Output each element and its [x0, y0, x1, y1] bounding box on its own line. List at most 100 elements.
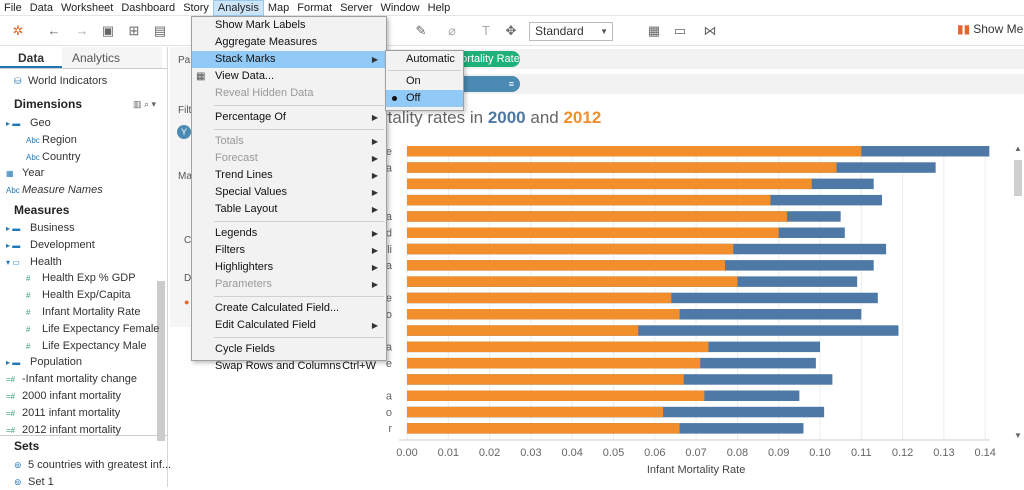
- menu-item-filters[interactable]: Filters ▶: [192, 242, 386, 259]
- data-pane-scrollbar[interactable]: [156, 277, 166, 477]
- menu-item-table-layout[interactable]: Table Layout ▶: [192, 201, 386, 218]
- menu-item-view-data[interactable]: ▦ View Data...: [192, 68, 386, 85]
- measure-item[interactable]: ▸ ▬ Development: [6, 237, 95, 253]
- dimension-item[interactable]: Abc Country: [26, 149, 81, 165]
- measure-item[interactable]: # Life Expectancy Female: [26, 321, 159, 337]
- string-field-icon: Abc: [26, 135, 40, 145]
- scrollbar-thumb[interactable]: [1014, 160, 1022, 196]
- bar-2012[interactable]: [407, 227, 779, 239]
- show-me-button[interactable]: ▮▮ Show Me: [957, 22, 1023, 36]
- menu-format[interactable]: Format: [293, 0, 336, 16]
- undo-icon[interactable]: ←: [46, 23, 62, 39]
- measure-item[interactable]: # Health Exp % GDP: [26, 270, 136, 286]
- menu-item-show-mark-labels[interactable]: Show Mark Labels: [192, 17, 386, 34]
- save-icon[interactable]: ▣: [100, 23, 116, 39]
- scroll-up-icon[interactable]: ▲: [1014, 144, 1022, 153]
- new-worksheet-icon[interactable]: ▤: [152, 23, 168, 39]
- menu-dashboard[interactable]: Dashboard: [117, 0, 179, 16]
- measure-item[interactable]: # Life Expectancy Male: [26, 338, 147, 354]
- stack-option-off[interactable]: Off: [386, 90, 463, 107]
- menu-item-special-values[interactable]: Special Values ▶: [192, 184, 386, 201]
- menu-item-label: Forecast: [215, 152, 258, 164]
- menu-item-label: Edit Calculated Field: [215, 319, 316, 331]
- measure-item[interactable]: ▸ ▬ Population: [6, 354, 82, 370]
- scrollbar-thumb[interactable]: [157, 281, 165, 441]
- chart-icon[interactable]: ▦: [646, 23, 662, 39]
- bar-2012[interactable]: [407, 162, 837, 173]
- measure-item[interactable]: =# 2000 infant mortality: [6, 388, 121, 404]
- filter-pill[interactable]: Y: [177, 125, 191, 139]
- menu-item-highlighters[interactable]: Highlighters ▶: [192, 259, 386, 276]
- measure-item[interactable]: =# 2012 infant mortality: [6, 422, 121, 438]
- menu-item-edit-calculated-field[interactable]: Edit Calculated Field ▶: [192, 317, 386, 334]
- menu-item-aggregate-measures[interactable]: Aggregate Measures: [192, 34, 386, 51]
- bar-2012[interactable]: [407, 276, 738, 287]
- share-icon[interactable]: ⋈: [702, 23, 718, 39]
- group-icon[interactable]: ⌀: [444, 23, 460, 39]
- bar-2012[interactable]: [407, 243, 734, 255]
- datasource-item[interactable]: ⛁ World Indicators: [14, 73, 107, 89]
- stack-option-on[interactable]: On: [386, 73, 463, 90]
- chart-scrollbar[interactable]: ▲ ▼: [1012, 144, 1024, 440]
- menu-item-label: Legends: [215, 227, 258, 239]
- redo-icon[interactable]: →: [74, 23, 90, 39]
- menu-help[interactable]: Help: [424, 0, 455, 16]
- menu-item-cycle-fields[interactable]: Cycle Fields: [192, 341, 386, 358]
- dimension-item[interactable]: Abc Region: [26, 132, 77, 148]
- measure-item[interactable]: =# 2011 infant mortality: [6, 405, 120, 421]
- bar-2012[interactable]: [407, 146, 862, 157]
- measure-item[interactable]: # Infant Mortality Rate: [26, 304, 140, 320]
- bar-2012[interactable]: [407, 292, 672, 304]
- bar-2012[interactable]: [407, 211, 787, 222]
- x-tick-label: 0.14: [974, 447, 995, 459]
- menu-data[interactable]: Data: [26, 0, 57, 16]
- measure-item[interactable]: =# -Infant mortality change: [6, 371, 137, 387]
- y-tick-label: o: [386, 407, 392, 419]
- scroll-down-icon[interactable]: ▼: [1014, 431, 1022, 440]
- bar-2012[interactable]: [407, 260, 726, 271]
- label-icon[interactable]: T: [478, 23, 494, 39]
- measure-item[interactable]: ▸ ▬ Business: [6, 220, 75, 236]
- stack-option-label: Off: [406, 92, 421, 104]
- stack-option-automatic[interactable]: Automatic: [386, 51, 463, 68]
- set-item[interactable]: ⊚ 5 countries with greatest inf...: [14, 457, 171, 473]
- new-datasource-icon[interactable]: ⊞: [126, 23, 142, 39]
- bar-2012[interactable]: [407, 341, 709, 353]
- menu-map[interactable]: Map: [264, 0, 293, 16]
- menu-item-percentage-of[interactable]: Percentage Of ▶: [192, 109, 386, 126]
- tab-analytics[interactable]: Analytics: [62, 47, 162, 68]
- highlight-icon[interactable]: ✎: [413, 23, 429, 39]
- menu-item-swap-rows-and-columns[interactable]: Swap Rows and Columns Ctrl+W: [192, 358, 386, 375]
- bar-2012[interactable]: [407, 178, 812, 190]
- dimension-item[interactable]: ▸ ▬ Geo: [6, 115, 51, 131]
- fix-axes-icon[interactable]: ✥: [503, 23, 519, 39]
- menu-window[interactable]: Window: [377, 0, 424, 16]
- bar-2012[interactable]: [407, 325, 639, 336]
- set-item[interactable]: ⊚ Set 1: [14, 474, 54, 490]
- bar-2012[interactable]: [407, 309, 680, 320]
- bar-2012[interactable]: [407, 194, 771, 206]
- menu-item-trend-lines[interactable]: Trend Lines ▶: [192, 167, 386, 184]
- tableau-logo-icon[interactable]: ✲: [10, 23, 26, 39]
- bar-2012[interactable]: [407, 357, 701, 369]
- tab-data[interactable]: Data: [0, 47, 62, 68]
- presentation-icon[interactable]: ▭: [672, 23, 688, 39]
- menu-worksheet[interactable]: Worksheet: [57, 0, 117, 16]
- measure-item[interactable]: ▾ ▭ Health: [6, 254, 62, 270]
- menu-story[interactable]: Story: [179, 0, 213, 16]
- dimension-item[interactable]: ▦ Year: [6, 165, 44, 181]
- measure-item[interactable]: # Health Exp/Capita: [26, 287, 131, 303]
- menu-item-stack-marks[interactable]: Stack Marks ▶: [192, 51, 386, 68]
- bar-2012[interactable]: [407, 374, 684, 385]
- menu-item-create-calculated-field[interactable]: Create Calculated Field...: [192, 300, 386, 317]
- menu-item-legends[interactable]: Legends ▶: [192, 225, 386, 242]
- dimension-item[interactable]: Abc Measure Names: [6, 182, 103, 198]
- bar-2012[interactable]: [407, 390, 705, 402]
- menu-analysis[interactable]: Analysis: [212, 0, 264, 16]
- dimensions-tools-icon[interactable]: ▥ ⌕ ▾: [133, 96, 156, 112]
- bar-2012[interactable]: [407, 406, 664, 418]
- menu-file[interactable]: File: [0, 0, 26, 16]
- view-size-select[interactable]: Standard ▼: [529, 22, 613, 41]
- bar-2012[interactable]: [407, 423, 680, 434]
- menu-server[interactable]: Server: [336, 0, 376, 16]
